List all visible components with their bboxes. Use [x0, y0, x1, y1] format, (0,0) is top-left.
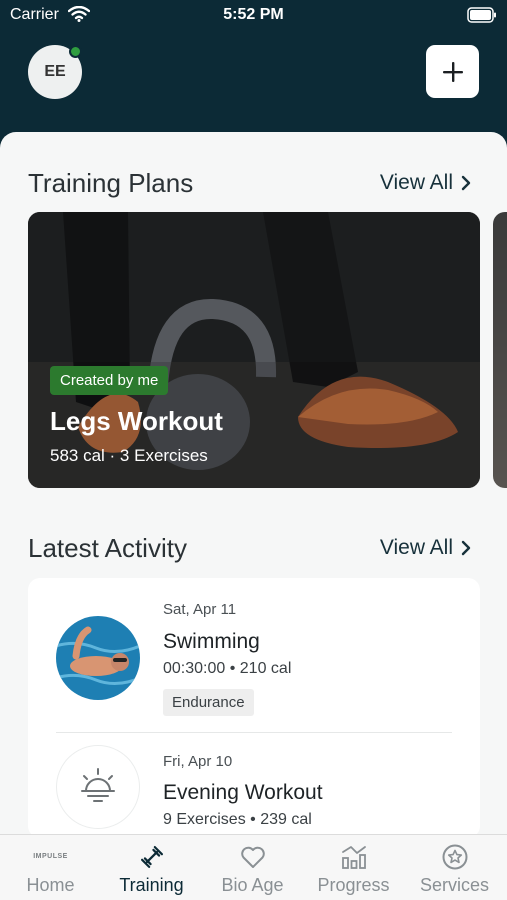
latest-activity-view-all[interactable]: View All — [380, 536, 471, 560]
latest-activity-title: Latest Activity — [28, 533, 187, 563]
plus-icon — [442, 61, 463, 82]
tab-label: Training — [119, 875, 184, 895]
tab-home[interactable]: IMPULSE Home — [0, 835, 101, 900]
tab-label: Progress — [317, 875, 390, 895]
next-plan-card-peek[interactable] — [493, 212, 507, 488]
activity-date: Fri, Apr 10 — [163, 753, 233, 770]
activity-date: Sat, Apr 11 — [163, 601, 237, 618]
plan-meta: 583 cal · 3 Exercises — [50, 446, 208, 465]
activity-meta: 00:30:00 • 210 cal — [163, 660, 292, 677]
activity-name: Swimming — [163, 630, 260, 653]
sunset-icon — [81, 768, 115, 802]
training-plans-title: Training Plans — [28, 168, 194, 198]
tab-label: Home — [26, 875, 75, 895]
workout-thumbnail — [56, 745, 140, 829]
tab-progress[interactable]: Progress — [303, 835, 404, 900]
tab-bio-age[interactable]: Bio Age — [202, 835, 303, 900]
status-time: 5:52 PM — [223, 6, 284, 23]
add-button[interactable] — [426, 45, 479, 98]
training-plans-view-all[interactable]: View All — [380, 171, 471, 195]
tab-bar: IMPULSE Home Training Bio Age Progress S… — [0, 834, 507, 900]
avatar[interactable]: EE — [28, 45, 82, 99]
activity-list: Sat, Apr 11 Swimming 00:30:00 • 210 cal … — [28, 578, 480, 838]
avatar-initials: EE — [44, 63, 66, 80]
swimming-thumbnail — [56, 616, 140, 700]
status-bar: Carrier 5:52 PM — [0, 0, 507, 32]
view-all-label: View All — [379, 536, 453, 559]
tab-services[interactable]: Services — [404, 835, 505, 900]
chevron-right-icon — [461, 175, 471, 191]
star-badge-icon — [442, 844, 467, 870]
activity-item-evening-workout[interactable]: Fri, Apr 10 Evening Workout 9 Exercises … — [28, 733, 480, 838]
view-all-label: View All — [379, 171, 453, 194]
chevron-right-icon — [461, 540, 471, 556]
online-status-dot — [69, 45, 82, 58]
tab-label: Services — [419, 875, 490, 895]
activity-item-swimming[interactable]: Sat, Apr 11 Swimming 00:30:00 • 210 cal … — [28, 578, 480, 732]
plan-title: Legs Workout — [50, 406, 223, 436]
battery-icon — [467, 7, 496, 23]
activity-name: Evening Workout — [163, 781, 323, 804]
heart-icon — [240, 846, 265, 868]
bar-chart-icon — [341, 846, 366, 869]
tab-label: Bio Age — [221, 875, 284, 895]
impulse-logo: IMPULSE — [33, 853, 68, 860]
activity-meta: 9 Exercises • 239 cal — [163, 811, 312, 828]
dumbbell-icon — [140, 846, 163, 868]
tab-training[interactable]: Training — [101, 835, 202, 900]
created-by-me-badge: Created by me — [50, 366, 169, 395]
endurance-tag: Endurance — [163, 689, 254, 716]
header: Carrier 5:52 PM EE — [0, 0, 507, 150]
